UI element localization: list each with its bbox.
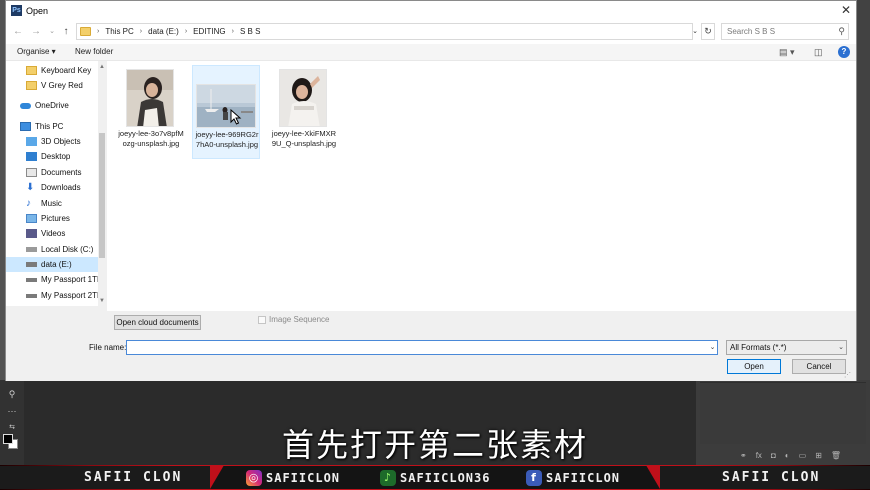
video-subtitle: 首先打开第二张素材: [281, 426, 588, 464]
file-thumbnail: [196, 84, 256, 128]
instagram-icon: ◎: [246, 470, 262, 486]
breadcrumb-data-drive[interactable]: data (E:): [148, 27, 179, 36]
folder-icon: [26, 81, 37, 90]
scrollbar-thumb[interactable]: [99, 133, 105, 258]
nav-item-data-e[interactable]: data (E:): [6, 257, 98, 272]
breadcrumb-editing[interactable]: EDITING: [193, 27, 225, 36]
image-sequence-checkbox[interactable]: [258, 316, 266, 324]
navigation-bar: ← → ⌄ ↑ › This PC › data (E:) › EDITING …: [6, 20, 856, 44]
breadcrumb: › This PC › data (E:) › EDITING › S B S: [97, 27, 261, 36]
search-input[interactable]: Search S B S ⚲: [721, 23, 849, 40]
breadcrumb-sbs[interactable]: S B S: [240, 27, 260, 36]
nav-item-downloads[interactable]: ⬇ Downloads: [6, 180, 98, 195]
file-name: joeyy-lee-969RG2r7hA0-unsplash.jpg: [195, 130, 259, 149]
file-name-dropdown-icon[interactable]: ⌄: [707, 340, 718, 355]
dialog-title: Open: [26, 6, 49, 16]
drive-icon: [26, 262, 37, 267]
nav-item-pictures[interactable]: Pictures: [6, 211, 98, 226]
preview-pane-icon[interactable]: ◫: [814, 47, 823, 58]
back-arrow-icon[interactable]: ←: [12, 26, 24, 38]
desktop-icon: [26, 152, 37, 161]
computer-icon: [20, 122, 31, 131]
cancel-button[interactable]: Cancel: [792, 359, 846, 374]
image-sequence-label: Image Sequence: [269, 315, 330, 324]
dialog-titlebar: Ps Open ✕: [6, 1, 856, 20]
instagram-handle: ◎ SAFIICLON: [246, 469, 340, 487]
nav-item-my-passport-1tb[interactable]: My Passport 1TB: [6, 272, 102, 287]
close-button[interactable]: ✕: [838, 3, 854, 18]
folder-icon: [26, 66, 37, 75]
tiktok-handle: ♪ SAFIICLON36: [380, 469, 490, 487]
mouse-cursor-icon: [230, 108, 242, 125]
folder-icon: [80, 27, 91, 36]
file-name: joeyy-lee-3o7v8pfMozg-unsplash.jpg: [118, 129, 184, 148]
file-name: joeyy-lee-XkiFMXR9U_Q-unsplash.jpg: [271, 129, 337, 148]
file-item[interactable]: joeyy-lee-XkiFMXR9U_Q-unsplash.jpg: [270, 65, 338, 159]
videos-icon: [26, 229, 37, 238]
drive-icon: [26, 293, 37, 298]
nav-item-3d-objects[interactable]: 3D Objects: [6, 134, 98, 149]
nav-item-documents[interactable]: Documents: [6, 165, 98, 180]
nav-item-this-pc[interactable]: This PC: [6, 119, 98, 134]
search-icon: ⚲: [838, 26, 845, 36]
panel-edge: [856, 0, 870, 380]
more-tools-icon[interactable]: ···: [5, 405, 19, 417]
file-name-label: File name:: [89, 343, 127, 352]
file-format-select[interactable]: All Formats (*.*) ⌄: [726, 340, 847, 355]
nav-item-onedrive[interactable]: OneDrive: [6, 98, 98, 113]
drive-icon: [26, 277, 37, 282]
download-icon: ⬇: [26, 182, 35, 193]
refresh-button[interactable]: ↻: [701, 23, 715, 40]
zoom-icon[interactable]: ⚲: [5, 388, 19, 400]
organise-button[interactable]: Organise ▾: [17, 47, 56, 56]
music-icon: ♪: [26, 198, 31, 209]
cloud-icon: [20, 102, 31, 109]
new-folder-button[interactable]: New folder: [75, 47, 113, 56]
view-options-icon[interactable]: ▤ ▾: [779, 47, 795, 58]
pictures-icon: [26, 214, 37, 223]
drive-icon: [26, 247, 37, 252]
open-button[interactable]: Open: [727, 359, 781, 374]
resize-grip-icon[interactable]: ⋰: [844, 371, 851, 379]
forward-arrow-icon[interactable]: →: [30, 26, 42, 38]
photoshop-app-icon: Ps: [11, 5, 22, 16]
nav-item-keyboard-key[interactable]: Keyboard Key: [6, 63, 98, 78]
nav-item-videos[interactable]: Videos: [6, 226, 98, 241]
scroll-up-icon[interactable]: ▲: [98, 63, 106, 71]
recent-locations-chevron-icon[interactable]: ⌄: [46, 26, 58, 38]
scroll-down-icon[interactable]: ▼: [98, 297, 106, 305]
nav-scrollbar[interactable]: ▲ ▼: [98, 61, 106, 306]
up-arrow-icon[interactable]: ↑: [60, 26, 72, 38]
nav-item-v-grey-red[interactable]: V Grey Red: [6, 78, 98, 93]
open-cloud-documents-button[interactable]: Open cloud documents: [114, 315, 201, 330]
file-thumbnail: [126, 69, 174, 127]
documents-icon: [26, 168, 37, 177]
banner-right-text: SAFII CLON: [722, 470, 821, 485]
banner-left-text: SAFII CLON: [84, 470, 183, 485]
cube-icon: [26, 137, 37, 146]
tiktok-icon: ♪: [380, 470, 396, 486]
help-button[interactable]: ?: [838, 46, 850, 58]
file-thumbnail: [279, 69, 327, 127]
nav-item-my-passport-2tb[interactable]: My Passport 2TB: [6, 288, 102, 303]
file-item-hovered[interactable]: joeyy-lee-969RG2r7hA0-unsplash.jpg: [192, 65, 260, 159]
address-bar[interactable]: › This PC › data (E:) › EDITING › S B S: [76, 23, 693, 40]
command-bar: Organise ▾ New folder ▤ ▾ ◫ ?: [6, 44, 856, 61]
file-list: joeyy-lee-3o7v8pfMozg-unsplash.jpg joeyy…: [107, 61, 856, 311]
file-name-field[interactable]: [126, 340, 718, 355]
nav-item-desktop[interactable]: Desktop: [6, 149, 98, 164]
navigation-pane: Keyboard Key V Grey Red OneDrive This PC…: [6, 61, 106, 306]
facebook-handle: f SAFIICLON: [526, 469, 620, 487]
breadcrumb-this-pc[interactable]: This PC: [105, 27, 133, 36]
chevron-down-icon: ⌄: [838, 344, 844, 351]
dialog-footer: Open cloud documents Image Sequence File…: [6, 311, 856, 381]
nav-item-local-disk-c[interactable]: Local Disk (C:): [6, 242, 98, 257]
open-dialog: Ps Open ✕ ← → ⌄ ↑ › This PC › data (E:) …: [5, 0, 857, 381]
nav-item-music[interactable]: ♪ Music: [6, 196, 98, 211]
file-item[interactable]: joeyy-lee-3o7v8pfMozg-unsplash.jpg: [117, 65, 185, 159]
facebook-icon: f: [526, 470, 542, 486]
address-dropdown-icon[interactable]: ⌄: [690, 23, 700, 40]
